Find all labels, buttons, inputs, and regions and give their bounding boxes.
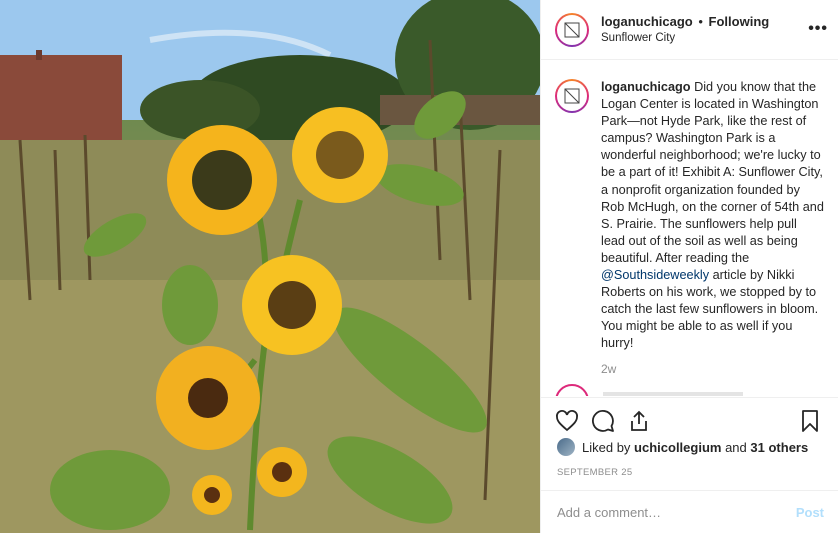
liker-username[interactable]: uchicollegium xyxy=(634,440,721,455)
likes-prefix: Liked by xyxy=(582,439,631,455)
share-icon xyxy=(631,410,647,431)
comment-button[interactable] xyxy=(591,409,617,435)
next-comment-preview xyxy=(603,392,743,396)
save-button[interactable] xyxy=(798,409,824,435)
caption: loganuchicago Did you know that the Loga… xyxy=(555,79,824,353)
logan-logo-icon xyxy=(564,22,580,37)
comment-icon xyxy=(592,409,614,432)
post-comment-button[interactable]: Post xyxy=(796,505,824,520)
next-comment-avatar[interactable] xyxy=(555,384,589,396)
caption-body-start: Did you know that the Logan Center is lo… xyxy=(601,80,824,265)
caption-avatar[interactable] xyxy=(555,79,589,113)
likes-count-link[interactable]: 31 others xyxy=(750,440,808,455)
mention-link[interactable]: @Southsideweekly xyxy=(601,268,709,282)
share-button[interactable] xyxy=(627,409,653,435)
liker-avatar[interactable] xyxy=(557,438,575,456)
likes-middle: and xyxy=(725,439,747,455)
likes-summary: Liked by uchicollegium and 31 others xyxy=(557,438,808,456)
profile-avatar[interactable] xyxy=(555,12,589,47)
post-header: loganuchicago • Following Sunflower City… xyxy=(541,0,838,60)
like-button[interactable] xyxy=(555,409,581,435)
post-time-ago[interactable]: 2w xyxy=(601,362,824,376)
caption-text: loganuchicago Did you know that the Loga… xyxy=(601,79,824,353)
header-username[interactable]: loganuchicago xyxy=(601,14,693,29)
location-link[interactable]: Sunflower City xyxy=(601,30,769,46)
post-side-panel: loganuchicago • Following Sunflower City… xyxy=(540,0,838,533)
comments-scroll[interactable]: loganuchicago Did you know that the Loga… xyxy=(541,61,838,396)
following-button[interactable]: Following xyxy=(709,14,770,29)
post-photo[interactable] xyxy=(0,0,540,533)
comment-input[interactable] xyxy=(557,504,796,520)
more-options-icon[interactable]: ••• xyxy=(808,20,828,38)
header-separator: • xyxy=(698,13,703,29)
post-date[interactable]: SEPTEMBER 25 xyxy=(557,467,632,478)
heart-icon xyxy=(556,409,578,431)
sunflower-field-image xyxy=(0,0,540,533)
bookmark-icon xyxy=(802,409,818,432)
add-comment-bar: Post xyxy=(541,490,838,533)
logan-logo-icon xyxy=(564,88,580,104)
caption-username[interactable]: loganuchicago xyxy=(601,80,691,94)
